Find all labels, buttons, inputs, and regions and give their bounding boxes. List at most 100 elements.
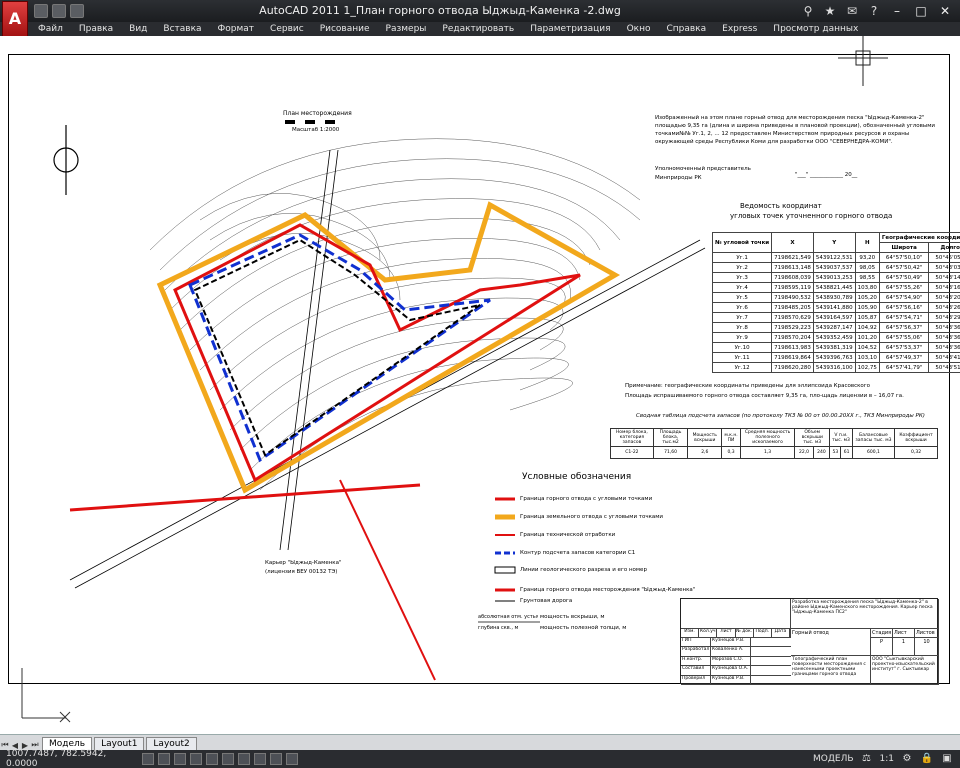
osnap-toggle[interactable] [206, 753, 218, 765]
coord-cell: 5439122,531 [812, 252, 856, 263]
polar-toggle[interactable] [190, 753, 202, 765]
title-block: Разработка месторождения песка "Ыджыд-Ка… [680, 598, 939, 685]
summary-header-cell: Балансовые запасы тыс. м3 [851, 428, 896, 447]
open-icon[interactable] [52, 4, 66, 18]
layout-tabs: ⏮ ◀ ▶ ⏭ Модель Layout1 Layout2 [0, 734, 960, 750]
menu-draw[interactable]: Рисование [312, 24, 378, 34]
coord-cell: Уг.5 [711, 292, 773, 303]
ortho-toggle[interactable] [174, 753, 186, 765]
menu-file[interactable]: Файл [30, 24, 71, 34]
title-bar-right: ⚲ ★ ✉ ? – □ ✕ [800, 3, 954, 19]
coord-cell: 7198490,532 [771, 292, 814, 303]
menu-edit[interactable]: Правка [71, 24, 121, 34]
coord-cell: 64°57'55,26" [878, 282, 930, 293]
scale-label: Масштаб 1:2000 [292, 127, 340, 133]
coord-row: Уг.2 7198613,148 5439037,537 98,05 64°57'50,… [711, 262, 960, 273]
legend-fraction-2: мощность полезной толщи, м [540, 625, 627, 631]
coord-cell: Уг.10 [711, 342, 773, 353]
new-icon[interactable] [34, 4, 48, 18]
menu-insert[interactable]: Вставка [155, 24, 209, 34]
col-h: H [854, 232, 880, 253]
workspace-icon[interactable]: ⚙ [900, 752, 914, 766]
menu-modify[interactable]: Редактировать [434, 24, 522, 34]
summary-header-row: Номер блока, категория запасов Площадь бл… [610, 428, 938, 447]
summary-data-row: С1-22 71,60 2,6 0,3 1,3 22,0 240 53 61 600,1 0,32 [610, 446, 938, 459]
stamp-signature-cell: Коваленко А. [711, 647, 751, 656]
maximize-button[interactable]: □ [912, 3, 930, 19]
coord-row: Уг.9 7198570,204 5439352,459 101,20 64°57'55… [711, 332, 960, 343]
qp-toggle[interactable] [286, 753, 298, 765]
coord-cell: Уг.9 [711, 332, 773, 343]
save-icon[interactable] [70, 4, 84, 18]
minimize-button[interactable]: – [888, 3, 906, 19]
summary-cell: 600,1 [851, 446, 896, 459]
legend-item: Граница горного отвода с угловыми точкам… [520, 496, 653, 502]
coord-row: Уг.1 7198621,549 5439122,531 93,20 64°57'50,… [711, 252, 960, 263]
menu-dimension[interactable]: Размеры [378, 24, 435, 34]
coord-cell: 64°57'41,79" [878, 362, 930, 373]
lwt-toggle[interactable] [270, 753, 282, 765]
coord-cell: 7198595,119 [771, 282, 814, 293]
binoculars-icon[interactable]: ⚲ [800, 3, 816, 19]
map-label-license: (лицензия ВЕУ 00132 ТЭ) [265, 569, 338, 575]
quick-access-toolbar [34, 4, 84, 18]
snap-toggle[interactable] [142, 753, 154, 765]
coord-cell: 101,20 [854, 332, 880, 343]
coord-row: Уг.6 7198485,205 5439141,880 105,90 64°57'56… [711, 302, 960, 313]
coord-cell: 50°43'36,37" [928, 342, 960, 353]
coord-cell: 5439396,763 [812, 352, 856, 363]
stamp-signature-row: Н.контр. Морозов С.О. [681, 656, 791, 667]
star-icon[interactable]: ★ [822, 3, 838, 19]
note-2: Площадь испрашиваемого горного отвода со… [625, 393, 904, 399]
summary-cell: 0,32 [894, 446, 938, 459]
clean-screen-icon[interactable]: ▣ [940, 752, 954, 766]
coord-cell: 5439164,597 [812, 312, 856, 323]
menu-format[interactable]: Формат [210, 24, 263, 34]
legend-item: Граница земельного отвода с угловыми точ… [520, 514, 663, 520]
close-button[interactable]: ✕ [936, 3, 954, 19]
grid-toggle[interactable] [158, 753, 170, 765]
coord-cell: Уг.3 [711, 272, 773, 283]
menu-tools[interactable]: Сервис [262, 24, 312, 34]
annotation-scale-icon[interactable]: ⚖ [860, 752, 874, 766]
tab-layout2[interactable]: Layout2 [146, 737, 197, 750]
menu-express[interactable]: Express [714, 24, 765, 34]
summary-header-cell: м.к.н. ПИ [721, 428, 741, 447]
coord-cell: Уг.4 [711, 282, 773, 293]
lock-icon[interactable]: 🔒 [920, 752, 934, 766]
ducs-toggle[interactable] [238, 753, 250, 765]
otrack-toggle[interactable] [222, 753, 234, 765]
annotation-scale[interactable]: 1:1 [880, 754, 894, 764]
communication-icon[interactable]: ✉ [844, 3, 860, 19]
dyn-toggle[interactable] [254, 753, 266, 765]
stamp-col-header: Дата [772, 629, 790, 637]
coord-cell: 64°57'54,71" [878, 312, 930, 323]
coord-cell: 105,20 [854, 292, 880, 303]
coord-cell: 50°43'29,02" [928, 312, 960, 323]
stamp-sheets: Листов [915, 629, 939, 638]
stamp-project: Разработка месторождения песка "Ыджыд-Ка… [791, 599, 939, 629]
stamp-signature-cell: Кузнецов Р.В. [711, 638, 751, 647]
stamp-signature-cell: Разработал [681, 647, 711, 656]
menu-parametric[interactable]: Параметризация [522, 24, 618, 34]
menu-view[interactable]: Вид [121, 24, 155, 34]
help-icon[interactable]: ? [866, 3, 882, 19]
coord-cell: 104,52 [854, 342, 880, 353]
coord-cell: 7198619,864 [771, 352, 814, 363]
coord-cell: 50°43'16,64" [928, 282, 960, 293]
coord-cell: 64°57'54,90" [878, 292, 930, 303]
signatory-line-1: Уполномоченный представитель [655, 166, 751, 172]
coord-table-title: Ведомость координат [740, 202, 822, 210]
model-label[interactable]: МОДЕЛЬ [813, 754, 854, 764]
menu-data-view[interactable]: Просмотр данных [765, 24, 866, 34]
stamp-signature-row: ГИП Кузнецов Р.В. [681, 638, 791, 648]
legend-item: Контур подсчета запасов категории С1 [520, 550, 636, 556]
summary-cell: 1,3 [739, 446, 796, 459]
coord-table-subtitle: угловых точек уточненного горного отвода [730, 212, 893, 220]
menu-help[interactable]: Справка [658, 24, 714, 34]
coord-cell: 7198529,223 [771, 322, 814, 333]
stamp-col-header: Изм. [681, 629, 700, 637]
coord-cell: 93,20 [854, 252, 880, 263]
application-menu-button[interactable]: A [2, 1, 28, 39]
menu-window[interactable]: Окно [619, 24, 659, 34]
